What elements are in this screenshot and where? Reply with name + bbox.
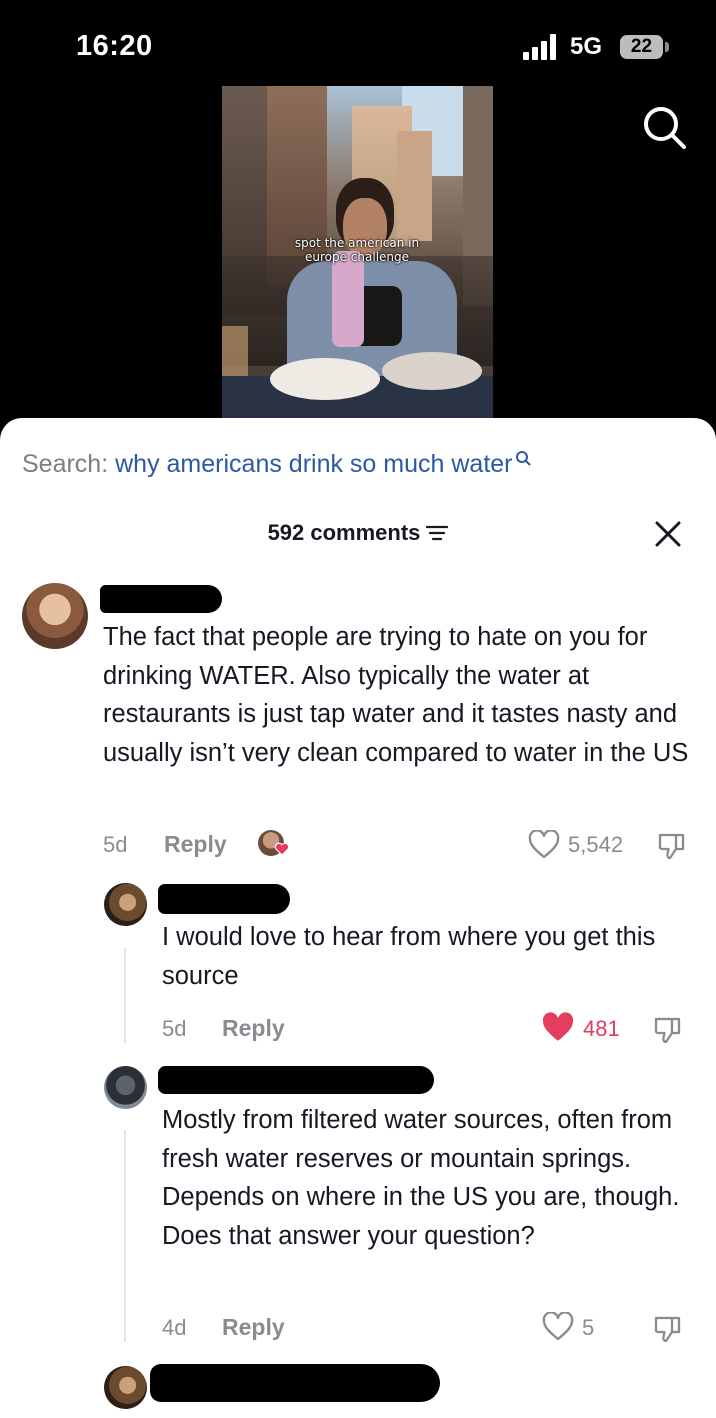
avatar[interactable] — [22, 583, 88, 649]
avatar[interactable] — [104, 1066, 147, 1109]
search-prefix: Search: — [22, 450, 109, 478]
avatar[interactable] — [104, 1366, 147, 1409]
video-caption: spot the american in europe challenge — [294, 236, 420, 264]
comment-text: The fact that people are trying to hate … — [103, 623, 689, 767]
sort-filter-icon[interactable] — [426, 524, 449, 542]
redacted-username — [100, 585, 222, 613]
redacted-username — [150, 1364, 440, 1402]
thread-line — [124, 1130, 126, 1342]
comments-header[interactable]: 592 comments — [0, 520, 716, 546]
like-count: 481 — [583, 1016, 620, 1041]
heart-filled-icon[interactable] — [540, 1012, 576, 1044]
comment-text: Mostly from filtered water sources, ofte… — [162, 1106, 680, 1250]
like-count: 5,542 — [568, 832, 624, 857]
heart-badge-icon — [274, 842, 290, 856]
search-suggestion[interactable]: Search: why americans drink so much wate… — [22, 450, 531, 479]
comment-age: 5d — [103, 832, 128, 857]
redacted-username — [158, 1066, 434, 1094]
comment-text: I would love to hear from where you get … — [162, 923, 656, 990]
dislike-icon[interactable] — [656, 829, 688, 861]
reply-button[interactable]: Reply — [222, 1314, 285, 1341]
status-time: 16:20 — [76, 30, 153, 62]
comments-sheet: Search: why americans drink so much wate… — [0, 418, 716, 1418]
network-label: 5G — [570, 33, 603, 60]
like-count: 5 — [582, 1315, 595, 1340]
dislike-icon[interactable] — [652, 1312, 684, 1344]
status-bar: 16:20 5G 22 — [0, 0, 716, 90]
comment-count: 592 comments — [267, 520, 421, 545]
comment-age: 5d — [162, 1016, 187, 1041]
thread-line — [124, 948, 126, 1043]
dislike-icon[interactable] — [652, 1013, 684, 1045]
search-query-link[interactable]: why americans drink so much water — [115, 450, 512, 478]
close-icon[interactable] — [653, 519, 683, 549]
video-thumbnail[interactable]: spot the american in europe challenge — [222, 86, 493, 420]
avatar[interactable] — [104, 883, 147, 926]
battery-icon: 22 — [620, 35, 663, 59]
search-icon[interactable] — [640, 103, 690, 153]
reply-button[interactable]: Reply — [222, 1015, 285, 1042]
redacted-username — [158, 884, 290, 914]
comment-age: 4d — [162, 1315, 187, 1340]
heart-icon[interactable] — [542, 1312, 574, 1342]
signal-icon — [523, 34, 563, 60]
search-icon — [515, 451, 530, 466]
reply-button[interactable]: Reply — [164, 831, 227, 858]
heart-icon[interactable] — [528, 830, 560, 860]
battery-nub — [665, 42, 669, 52]
